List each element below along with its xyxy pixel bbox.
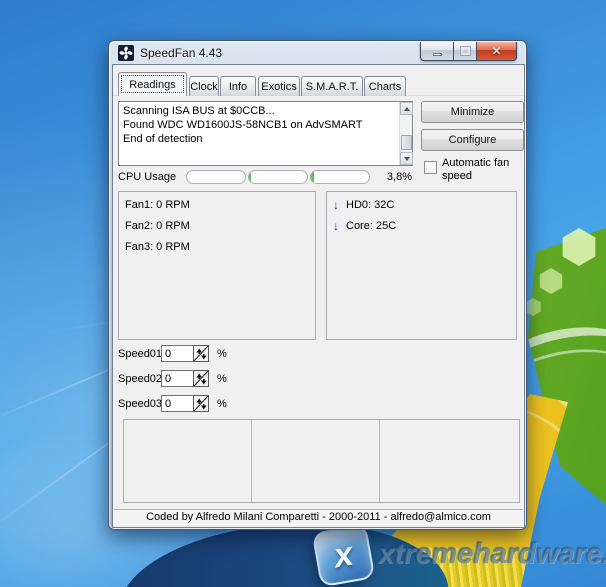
speedfan-window: SpeedFan 4.43 ✕ Readings Clock Info Exot… — [108, 40, 527, 530]
close-icon: ✕ — [491, 45, 501, 57]
tab-readings[interactable]: Readings — [118, 72, 187, 96]
triangle-down-icon — [404, 157, 410, 161]
cpu-usage-value: 3,8% — [368, 171, 412, 183]
speed02-spinner[interactable] — [193, 370, 209, 387]
tab-charts[interactable]: Charts — [364, 76, 406, 96]
cpu-usage-bar-1 — [186, 170, 246, 184]
configure-button[interactable]: Configure — [421, 129, 524, 151]
window-maximize-button[interactable] — [454, 42, 476, 61]
divider — [251, 420, 252, 502]
cpu-usage-bar-3 — [310, 170, 370, 184]
status-bar: Coded by Alfredo Milani Comparetti - 200… — [114, 509, 523, 525]
cpu-usage-bar-2 — [248, 170, 308, 184]
speed01-input[interactable] — [161, 345, 194, 362]
minimize-icon — [433, 53, 442, 56]
percent-label: % — [217, 348, 227, 360]
watermark-text: xtremehardware.it — [378, 538, 606, 571]
client-area: Readings Clock Info Exotics S.M.A.R.T. C… — [113, 65, 524, 527]
fan-readings-panel: Fan1: 0 RPM Fan2: 0 RPM Fan3: 0 RPM — [118, 191, 316, 340]
log-line: Found WDC WD1600JS-58NCB1 on AdvSMART — [123, 118, 396, 132]
fan-reading: Fan2: 0 RPM — [125, 219, 315, 234]
speed02-input[interactable] — [161, 370, 194, 387]
speed01-label: Speed01: — [118, 348, 165, 360]
desktop: x xtremehardware.it SpeedFan 4.43 — [0, 0, 606, 587]
cpu-usage-label: CPU Usage — [118, 171, 176, 183]
tab-info[interactable]: Info — [220, 76, 256, 96]
speedfan-app-icon — [118, 45, 134, 61]
caption-buttons: ✕ — [420, 42, 517, 61]
tab-exotics[interactable]: Exotics — [258, 76, 300, 96]
divider — [379, 420, 380, 502]
log-lines: Scanning ISA BUS at $0CCB... Found WDC W… — [123, 104, 396, 146]
temperature-reading: ↓ HD0: 32C — [333, 197, 516, 213]
fan-reading: Fan1: 0 RPM — [125, 198, 315, 213]
log-line: End of detection — [123, 132, 396, 146]
chart-placeholder-box — [123, 419, 520, 503]
cpu-usage-fill — [311, 171, 314, 183]
tab-clock[interactable]: Clock — [189, 76, 219, 96]
automatic-fan-speed-checkbox[interactable] — [424, 161, 437, 174]
scroll-down-icon[interactable] — [400, 152, 413, 165]
temp-label: Core: 25C — [346, 218, 396, 234]
scroll-up-icon[interactable] — [400, 102, 413, 115]
temperature-readings-panel: ↓ HD0: 32C ↓ Core: 25C — [326, 191, 517, 340]
xtremehardware-logo: x — [312, 524, 376, 587]
temp-label: HD0: 32C — [346, 197, 394, 213]
temp-down-arrow-icon: ↓ — [333, 218, 345, 234]
speed02-label: Speed02: — [118, 373, 165, 385]
speed03-spinner[interactable] — [193, 395, 209, 412]
triangle-up-icon — [404, 107, 410, 111]
window-title: SpeedFan 4.43 — [140, 46, 222, 60]
detection-log[interactable]: Scanning ISA BUS at $0CCB... Found WDC W… — [118, 101, 413, 166]
speed01-spinner[interactable] — [193, 345, 209, 362]
scrollbar-thumb[interactable] — [401, 135, 412, 150]
cpu-usage-fill — [249, 171, 251, 183]
percent-label: % — [217, 398, 227, 410]
speed03-input[interactable] — [161, 395, 194, 412]
temp-down-arrow-icon: ↓ — [333, 197, 345, 213]
maximize-icon — [461, 47, 470, 55]
percent-label: % — [217, 373, 227, 385]
fan-reading: Fan3: 0 RPM — [125, 240, 315, 255]
log-scrollbar[interactable] — [399, 102, 412, 165]
minimize-app-button[interactable]: Minimize — [421, 101, 524, 123]
speed03-label: Speed03: — [118, 398, 165, 410]
automatic-fan-speed-label: Automatic fan speed — [442, 157, 522, 183]
window-close-button[interactable]: ✕ — [476, 42, 517, 61]
temperature-reading: ↓ Core: 25C — [333, 218, 516, 234]
window-minimize-button[interactable] — [420, 42, 454, 61]
log-line: Scanning ISA BUS at $0CCB... — [123, 104, 396, 118]
tab-smart[interactable]: S.M.A.R.T. — [301, 76, 363, 96]
